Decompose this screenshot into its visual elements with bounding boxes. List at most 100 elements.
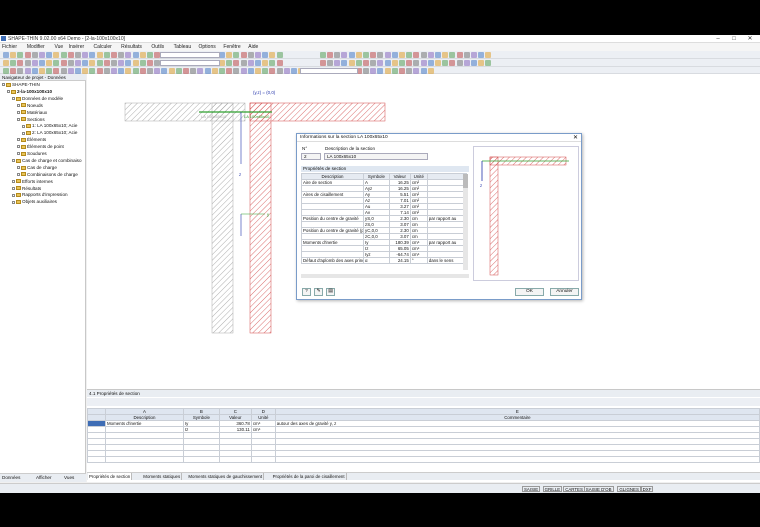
- tree-item[interactable]: Éléments: [17, 137, 46, 143]
- tree-item[interactable]: SHAPE-THIN: [2, 82, 40, 88]
- edit-button[interactable]: ✎: [314, 288, 323, 296]
- tree-item[interactable]: Efforts internes: [12, 179, 53, 185]
- toolbar-icon[interactable]: [442, 52, 449, 58]
- toolbar-icon[interactable]: [82, 60, 89, 66]
- toolbar-icon[interactable]: [247, 52, 254, 58]
- toolbar-icon[interactable]: [384, 52, 391, 58]
- toolbar-icon[interactable]: [132, 52, 139, 58]
- toolbar-icon[interactable]: [449, 60, 456, 66]
- expander-icon[interactable]: [17, 138, 20, 142]
- toolbar-icon[interactable]: [363, 52, 369, 58]
- toolbar-icon[interactable]: [96, 52, 103, 58]
- table-scrollbar[interactable]: [463, 174, 468, 270]
- tree-item[interactable]: Matériaux: [17, 110, 47, 116]
- toolbar-icon[interactable]: [262, 60, 269, 66]
- toolbar-icon[interactable]: [341, 52, 348, 58]
- toolbar-icon[interactable]: [233, 60, 240, 66]
- toolbar-icon[interactable]: [53, 60, 60, 66]
- expander-icon[interactable]: [17, 152, 20, 156]
- toolbar-icon[interactable]: [39, 60, 45, 66]
- no-field[interactable]: 2: [301, 153, 321, 160]
- menu-item-2[interactable]: Vue: [55, 44, 64, 50]
- toolbar-icon[interactable]: [363, 60, 369, 66]
- toolbar-icon[interactable]: [139, 52, 146, 58]
- toolbar-icon[interactable]: [24, 60, 31, 66]
- toolbar-icon[interactable]: [75, 52, 81, 58]
- toolbar-icon[interactable]: [39, 52, 45, 58]
- ok-button[interactable]: OK: [515, 288, 544, 296]
- expander-icon[interactable]: [17, 103, 20, 107]
- toolbar-icon[interactable]: [478, 60, 485, 66]
- expander-icon[interactable]: [2, 83, 5, 87]
- toolbar-icon[interactable]: [118, 60, 125, 66]
- toolbar-icon[interactable]: [406, 60, 413, 66]
- toolbar-icon[interactable]: [226, 52, 233, 58]
- toolbar-icon[interactable]: [399, 60, 405, 66]
- toolbar-icon[interactable]: [147, 60, 153, 66]
- toolbar-icon[interactable]: [478, 52, 485, 58]
- toolbar-icon[interactable]: [111, 60, 117, 66]
- toolbar-icon[interactable]: [139, 60, 146, 66]
- expander-icon[interactable]: [17, 172, 20, 176]
- toolbar-icon[interactable]: [427, 60, 434, 66]
- table-row[interactable]: Défaut d'aplomb des axes princ α 24.15 ° dan…: [301, 257, 468, 264]
- toolbar-icon[interactable]: [82, 52, 89, 58]
- toolbar-icon[interactable]: [327, 52, 333, 58]
- toolbar-icon[interactable]: [262, 52, 269, 58]
- toolbar-combo[interactable]: [160, 52, 220, 58]
- toolbar-icon[interactable]: [456, 52, 463, 58]
- toolbar-icon[interactable]: [31, 60, 38, 66]
- tree-item[interactable]: Cas de charge: [17, 165, 57, 171]
- expander-icon[interactable]: [12, 193, 15, 197]
- toolbar-icon[interactable]: [53, 52, 60, 58]
- toolbar-icon[interactable]: [427, 52, 434, 58]
- toolbar-icon[interactable]: [46, 60, 53, 66]
- toolbar-icon[interactable]: [406, 52, 413, 58]
- toolbar-icon[interactable]: [103, 60, 110, 66]
- toolbar-icon[interactable]: [319, 52, 326, 58]
- properties-table[interactable]: Description Symbole Valeur Unité Aire de sec…: [301, 173, 468, 264]
- table-cell[interactable]: [87, 456, 106, 463]
- toolbar-icon[interactable]: [269, 60, 276, 66]
- toolbar-icon[interactable]: [255, 52, 261, 58]
- toolbar-icon[interactable]: [413, 60, 420, 66]
- tree-item[interactable]: 2-la-100x100x10: [7, 89, 52, 95]
- toolbar-icon[interactable]: [226, 60, 233, 66]
- toolbar-icon[interactable]: [384, 60, 391, 66]
- expander-icon[interactable]: [7, 90, 10, 94]
- results-table[interactable]: A B C D E Description Symbole Valeur Unité Commen…: [87, 408, 760, 463]
- tree-item[interactable]: 2: LA 100x65x10; Acie: [22, 130, 77, 136]
- toolbar-icon[interactable]: [118, 52, 125, 58]
- table-cell[interactable]: [250, 456, 276, 463]
- expander-icon[interactable]: [12, 200, 15, 204]
- toolbar-icon[interactable]: [435, 60, 441, 66]
- tree-item[interactable]: 1: LA 100x65x10; Acie: [22, 123, 77, 129]
- toolbar-icon[interactable]: [456, 60, 463, 66]
- menu-item-7[interactable]: Tableau: [174, 44, 192, 50]
- tab-afficher[interactable]: Afficher: [36, 475, 52, 480]
- toolbar-icon[interactable]: [276, 60, 283, 66]
- toolbar-icon[interactable]: [89, 60, 96, 66]
- toolbar-icon[interactable]: [96, 60, 103, 66]
- toolbar-icon[interactable]: [31, 52, 38, 58]
- toolbar-icon[interactable]: [341, 60, 348, 66]
- toolbar-icon[interactable]: [132, 60, 139, 66]
- toolbar-icon[interactable]: [10, 60, 17, 66]
- toolbar-icon[interactable]: [3, 60, 9, 66]
- toolbar-icon[interactable]: [449, 52, 456, 58]
- table-cell[interactable]: [104, 456, 184, 463]
- toolbar-icon[interactable]: [67, 60, 74, 66]
- panel-tab-1[interactable]: Moments statiques: [142, 473, 183, 480]
- toolbar-icon[interactable]: [355, 60, 362, 66]
- desc-field[interactable]: LA 100x65x10: [324, 153, 428, 160]
- toolbar-icon[interactable]: [3, 52, 9, 58]
- toolbar-icon[interactable]: [348, 60, 355, 66]
- toolbar-icon[interactable]: [240, 52, 247, 58]
- menu-item-10[interactable]: Aide: [248, 44, 258, 50]
- table-hscrollbar[interactable]: [301, 274, 469, 278]
- toolbar-icon[interactable]: [377, 52, 384, 58]
- expander-icon[interactable]: [12, 179, 15, 183]
- toolbar-icon[interactable]: [485, 52, 492, 58]
- toolbar-combo[interactable]: [160, 60, 220, 66]
- toolbar-icon[interactable]: [471, 52, 477, 58]
